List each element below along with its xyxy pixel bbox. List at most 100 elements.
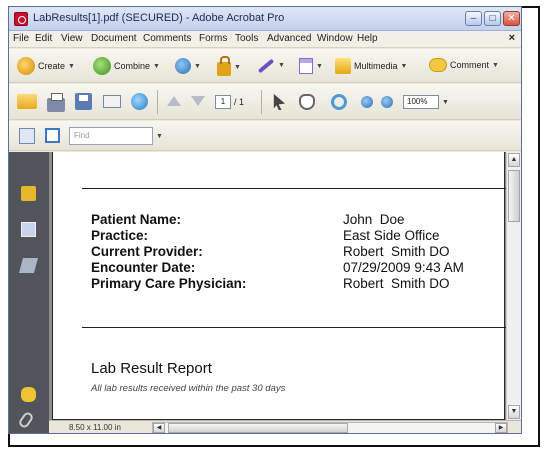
zoom-level-select[interactable]: 100% ▼ xyxy=(403,95,449,109)
chevron-down-icon: ▼ xyxy=(153,62,160,70)
patient-name-value: John Doe xyxy=(343,212,405,227)
navigation-pane xyxy=(9,152,49,433)
select-tool-button[interactable] xyxy=(271,94,285,110)
acrobat-app-icon xyxy=(14,12,28,26)
multimedia-button[interactable]: Multimedia ▼ xyxy=(335,58,407,74)
multimedia-label: Multimedia xyxy=(354,61,398,71)
primary-care-physician-value: Robert Smith DO xyxy=(343,276,450,291)
fit-page-button[interactable] xyxy=(19,128,35,144)
forms-button[interactable]: ▼ xyxy=(299,58,323,74)
previous-page-button[interactable] xyxy=(167,96,181,106)
print-button[interactable] xyxy=(47,93,65,112)
scroll-up-icon[interactable]: ▲ xyxy=(508,153,520,167)
vertical-scrollbar[interactable]: ▲ ▼ xyxy=(506,152,521,420)
current-provider-value: Robert Smith DO xyxy=(343,244,450,259)
scroll-down-icon[interactable]: ▼ xyxy=(508,405,520,419)
save-icon xyxy=(75,93,92,110)
multimedia-icon xyxy=(335,58,351,74)
practice-value: East Side Office xyxy=(343,228,440,243)
chevron-down-icon: ▼ xyxy=(156,132,163,140)
hand-icon xyxy=(299,94,315,110)
menu-edit[interactable]: Edit xyxy=(35,33,52,44)
secure-button[interactable]: ▼ xyxy=(217,56,241,76)
menu-window[interactable]: Window xyxy=(317,33,353,44)
acrobat-window: LabResults[1].pdf (SECURED) - Adobe Acro… xyxy=(8,6,522,434)
globe-icon xyxy=(131,93,148,110)
report-title: Lab Result Report xyxy=(91,360,212,377)
scroll-thumb[interactable] xyxy=(168,423,348,433)
comment-button[interactable]: Comment ▼ xyxy=(429,58,499,72)
menu-advanced[interactable]: Advanced xyxy=(267,33,311,44)
divider-line xyxy=(82,327,506,328)
arrow-down-icon xyxy=(191,96,205,106)
menu-view[interactable]: View xyxy=(61,33,83,44)
menu-comments[interactable]: Comments xyxy=(143,33,191,44)
page-number-input[interactable]: 1 xyxy=(215,95,231,109)
report-subtitle: All lab results received within the past… xyxy=(91,383,286,394)
comments-icon[interactable] xyxy=(21,387,36,402)
separator xyxy=(261,90,262,114)
document-viewer[interactable]: Patient Name: John Doe Practice: East Si… xyxy=(49,152,521,420)
title-bar: LabResults[1].pdf (SECURED) - Adobe Acro… xyxy=(9,7,521,31)
close-button[interactable]: ✕ xyxy=(503,11,520,26)
collaborate-button[interactable]: ▼ xyxy=(175,58,201,74)
pdf-page: Patient Name: John Doe Practice: East Si… xyxy=(52,152,506,420)
hand-tool-button[interactable] xyxy=(299,94,315,110)
menu-tools[interactable]: Tools xyxy=(235,33,258,44)
chevron-down-icon: ▼ xyxy=(442,98,449,106)
scroll-right-icon[interactable]: ▶ xyxy=(495,423,507,433)
marquee-zoom-button[interactable] xyxy=(331,94,347,110)
zoom-out-button[interactable] xyxy=(361,96,373,108)
create-icon xyxy=(17,57,35,75)
menu-document[interactable]: Document xyxy=(91,33,137,44)
chevron-down-icon: ▼ xyxy=(68,62,75,70)
pen-icon xyxy=(257,58,275,73)
practice-label: Practice: xyxy=(91,228,149,243)
sign-button[interactable]: ▼ xyxy=(257,58,285,73)
primary-care-physician-label: Primary Care Physician: xyxy=(91,276,247,291)
find-field[interactable]: Find ▼ xyxy=(69,127,163,145)
collaborate-icon xyxy=(175,58,191,74)
page-number-field[interactable]: 1 / 1 xyxy=(215,95,244,109)
patient-name-label: Patient Name: xyxy=(91,212,182,227)
lock-icon xyxy=(217,56,231,76)
page-total-label: / 1 xyxy=(234,97,245,107)
open-button[interactable] xyxy=(17,94,37,109)
horizontal-scrollbar[interactable]: ◀ ▶ xyxy=(152,422,508,433)
arrow-up-icon xyxy=(167,96,181,106)
fit-width-button[interactable] xyxy=(45,128,60,143)
page-size-label: 8.50 x 11.00 in xyxy=(69,423,121,432)
menu-forms[interactable]: Forms xyxy=(199,33,227,44)
email-button[interactable] xyxy=(103,95,121,108)
menu-help[interactable]: Help xyxy=(357,33,378,44)
chevron-down-icon: ▼ xyxy=(400,62,408,70)
find-input[interactable]: Find xyxy=(69,127,153,145)
collaborate-review-button[interactable] xyxy=(131,93,148,110)
next-page-button[interactable] xyxy=(191,96,205,106)
document-close-icon[interactable]: × xyxy=(509,32,515,44)
minimize-button[interactable]: – xyxy=(465,11,482,26)
chevron-down-icon: ▼ xyxy=(234,63,241,71)
combine-button[interactable]: Combine ▼ xyxy=(93,57,160,75)
scroll-left-icon[interactable]: ◀ xyxy=(153,423,165,433)
zoom-icon xyxy=(331,94,347,110)
save-button[interactable] xyxy=(75,93,92,110)
security-lock-icon[interactable] xyxy=(21,186,36,201)
menu-bar: File Edit View Document Comments Forms T… xyxy=(9,31,521,48)
fit-icon xyxy=(45,128,60,143)
scroll-thumb[interactable] xyxy=(508,170,520,222)
zoom-in-icon xyxy=(381,96,393,108)
zoom-in-button[interactable] xyxy=(381,96,393,108)
combine-label: Combine xyxy=(114,61,151,71)
encounter-date-label: Encounter Date: xyxy=(91,260,196,275)
signatures-icon[interactable] xyxy=(18,258,39,273)
zoom-value[interactable]: 100% xyxy=(403,95,439,109)
form-icon xyxy=(299,58,313,74)
menu-file[interactable]: File xyxy=(13,33,29,44)
create-button[interactable]: Create ▼ xyxy=(17,57,75,75)
chevron-down-icon: ▼ xyxy=(316,62,323,70)
tasks-toolbar: Create ▼ Combine ▼ ▼ ▼ ▼ ▼ Multimedia ▼ xyxy=(9,49,521,83)
pages-icon[interactable] xyxy=(21,222,36,237)
attachment-icon[interactable] xyxy=(17,410,35,430)
maximize-button[interactable]: □ xyxy=(484,11,501,26)
